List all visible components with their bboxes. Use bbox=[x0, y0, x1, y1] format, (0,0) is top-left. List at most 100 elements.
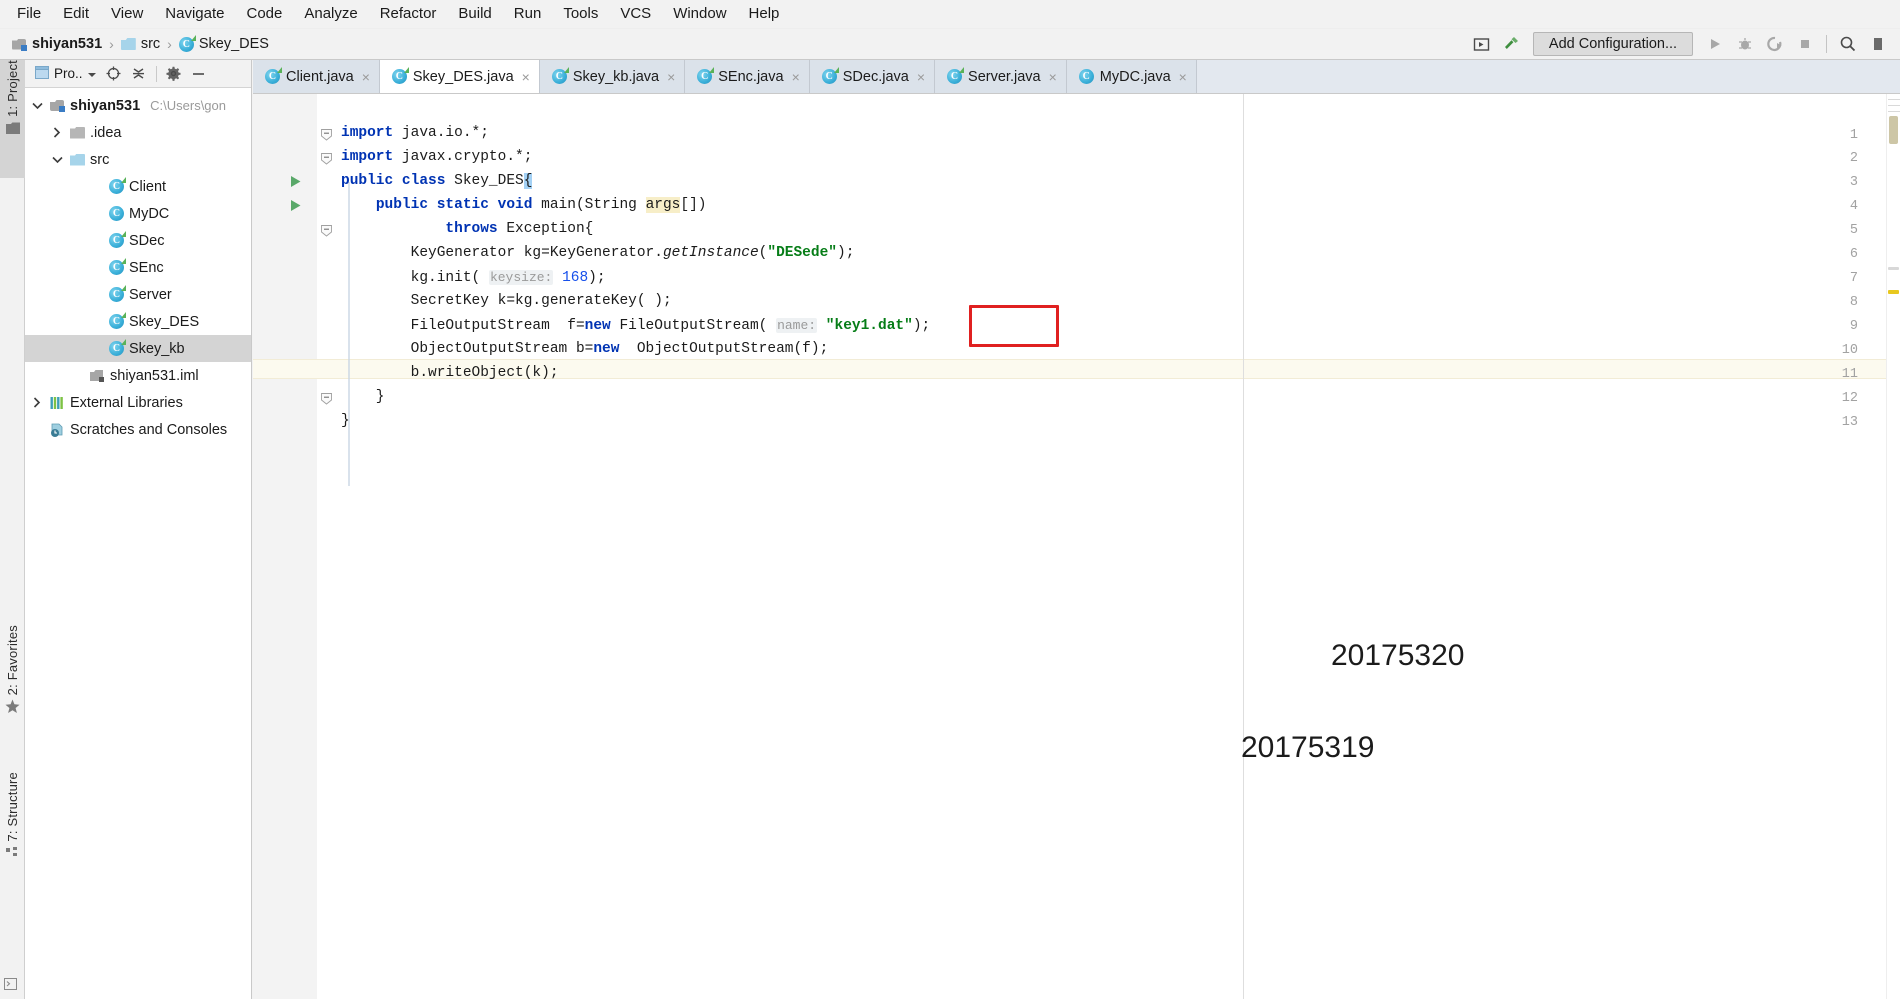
menu-item-tools[interactable]: Tools bbox=[552, 3, 609, 26]
settings-gear-icon[interactable] bbox=[163, 64, 185, 84]
marker-warning[interactable] bbox=[1888, 290, 1899, 294]
menu-item-file[interactable]: File bbox=[6, 3, 52, 26]
menu-item-window[interactable]: Window bbox=[662, 3, 737, 26]
close-icon[interactable]: × bbox=[522, 70, 530, 84]
hide-panel-icon[interactable] bbox=[188, 64, 210, 84]
editor-scrollbar-thumb[interactable] bbox=[1889, 116, 1898, 144]
tab-server-java[interactable]: Server.java × bbox=[935, 60, 1067, 93]
menu-item-edit[interactable]: Edit bbox=[52, 3, 100, 26]
search-everywhere-icon[interactable] bbox=[1834, 31, 1862, 57]
menu-item-vcs[interactable]: VCS bbox=[609, 3, 662, 26]
ide-window: File Edit View Navigate Code Analyze Ref… bbox=[0, 0, 1900, 999]
add-configuration-button[interactable]: Add Configuration... bbox=[1533, 32, 1693, 56]
more-menu-icon[interactable] bbox=[1864, 31, 1892, 57]
tab-skey-des-java[interactable]: Skey_DES.java × bbox=[379, 60, 540, 93]
tree-item-scratches[interactable]: Scratches and Consoles bbox=[25, 416, 251, 443]
code-line-6: KeyGenerator kg=KeyGenerator.getInstance… bbox=[341, 245, 855, 261]
tool-window-label: 1: Project bbox=[5, 60, 20, 117]
folder-icon bbox=[121, 38, 136, 50]
code-editor[interactable]: 1 2 3 4 5 6 7 8 9 10 11 12 13 import jav… bbox=[253, 94, 1900, 999]
editor-split-divider bbox=[1243, 94, 1244, 999]
tree-item-label: Skey_kb bbox=[129, 340, 185, 357]
tab-senc-java[interactable]: SEnc.java × bbox=[685, 60, 810, 93]
marker-warning[interactable] bbox=[1888, 267, 1899, 270]
menu-item-build[interactable]: Build bbox=[447, 3, 502, 26]
close-icon[interactable]: × bbox=[667, 70, 675, 84]
run-with-coverage-icon[interactable] bbox=[1761, 31, 1789, 57]
collapse-all-icon[interactable] bbox=[128, 64, 150, 84]
editor-marker-lane[interactable] bbox=[1886, 94, 1900, 999]
locate-target-icon[interactable] bbox=[103, 64, 125, 84]
breadcrumb-item-src[interactable]: src bbox=[117, 34, 164, 54]
tree-item-senc[interactable]: SEnc bbox=[25, 254, 251, 281]
menu-item-run[interactable]: Run bbox=[503, 3, 553, 26]
tree-item-mydc[interactable]: MyDC bbox=[25, 200, 251, 227]
menu-item-help[interactable]: Help bbox=[738, 3, 791, 26]
debug-icon[interactable] bbox=[1731, 31, 1759, 57]
menu-item-analyze[interactable]: Analyze bbox=[293, 3, 368, 26]
tab-sdec-java[interactable]: SDec.java × bbox=[809, 60, 936, 93]
tree-item-skey-kb[interactable]: Skey_kb bbox=[25, 335, 251, 362]
close-icon[interactable]: × bbox=[362, 70, 370, 84]
project-view-icon bbox=[35, 65, 49, 82]
tab-label: Skey_DES.java bbox=[412, 68, 514, 85]
terminal-icon[interactable] bbox=[4, 977, 17, 995]
tab-mydc-java[interactable]: MyDC.java × bbox=[1066, 60, 1197, 93]
tree-item-label: SEnc bbox=[129, 259, 164, 276]
tab-label: Skey_kb.java bbox=[572, 68, 660, 85]
breadcrumb-item-class[interactable]: Skey_DES bbox=[175, 34, 273, 54]
star-icon bbox=[5, 699, 20, 719]
java-class-icon bbox=[697, 67, 715, 84]
close-icon[interactable]: × bbox=[1179, 70, 1187, 84]
chevron-down-icon[interactable] bbox=[29, 98, 45, 114]
code-line-5: throws Exception{ bbox=[445, 221, 594, 237]
run-toolbar: Add Configuration... bbox=[1467, 31, 1900, 57]
sidebar-item-favorites[interactable]: 2: Favorites bbox=[0, 625, 25, 750]
sidebar-item-project[interactable]: 1: Project bbox=[0, 60, 25, 178]
chevron-down-icon bbox=[87, 66, 96, 81]
tree-item-sdec[interactable]: SDec bbox=[25, 227, 251, 254]
tree-item-src[interactable]: src bbox=[25, 146, 251, 173]
build-hammer-icon[interactable] bbox=[1497, 31, 1525, 57]
breadcrumb-item-module[interactable]: shiyan531 bbox=[8, 34, 106, 54]
code-line-10: ObjectOutputStream b=new ObjectOutputStr… bbox=[341, 341, 829, 357]
chevron-right-icon[interactable] bbox=[49, 125, 65, 141]
close-icon[interactable]: × bbox=[1049, 70, 1057, 84]
close-icon[interactable]: × bbox=[917, 70, 925, 84]
chevron-right-icon[interactable] bbox=[29, 395, 45, 411]
select-in-icon[interactable] bbox=[1467, 31, 1495, 57]
java-class-icon bbox=[109, 177, 126, 194]
java-class-icon bbox=[1078, 69, 1094, 84]
folder-grey-icon bbox=[70, 127, 85, 139]
tree-item-server[interactable]: Server bbox=[25, 281, 251, 308]
project-panel-title-button[interactable]: Pro.. bbox=[31, 65, 100, 83]
menu-item-code[interactable]: Code bbox=[235, 3, 293, 26]
chevron-down-icon[interactable] bbox=[49, 152, 65, 168]
tree-item-external-libraries[interactable]: External Libraries bbox=[25, 389, 251, 416]
tree-item-module[interactable]: shiyan531 C:\Users\gon bbox=[25, 92, 251, 119]
breadcrumb-separator-1: › bbox=[109, 36, 114, 52]
tree-item-label: Scratches and Consoles bbox=[70, 421, 228, 438]
tree-item-skey-des[interactable]: Skey_DES bbox=[25, 308, 251, 335]
close-icon[interactable]: × bbox=[792, 70, 800, 84]
tree-item-label: src bbox=[90, 151, 110, 168]
sidebar-item-structure[interactable]: 7: Structure bbox=[0, 772, 25, 897]
run-icon[interactable] bbox=[1701, 31, 1729, 57]
tree-item-client[interactable]: Client bbox=[25, 173, 251, 200]
iml-file-icon bbox=[90, 369, 105, 382]
code-content[interactable]: import java.io.*; import javax.crypto.*;… bbox=[253, 94, 1900, 999]
tab-label: MyDC.java bbox=[1099, 68, 1171, 85]
tab-skey-kb-java[interactable]: Skey_kb.java × bbox=[539, 60, 686, 93]
tree-item-iml[interactable]: shiyan531.iml bbox=[25, 362, 251, 389]
tree-item-idea[interactable]: .idea bbox=[25, 119, 251, 146]
menu-item-refactor[interactable]: Refactor bbox=[369, 3, 448, 26]
tab-client-java[interactable]: Client.java × bbox=[253, 60, 380, 93]
menu-item-view[interactable]: View bbox=[100, 3, 154, 26]
menu-item-navigate[interactable]: Navigate bbox=[154, 3, 235, 26]
stop-icon[interactable] bbox=[1791, 31, 1819, 57]
code-line-9: FileOutputStream f=new FileOutputStream(… bbox=[341, 318, 931, 334]
